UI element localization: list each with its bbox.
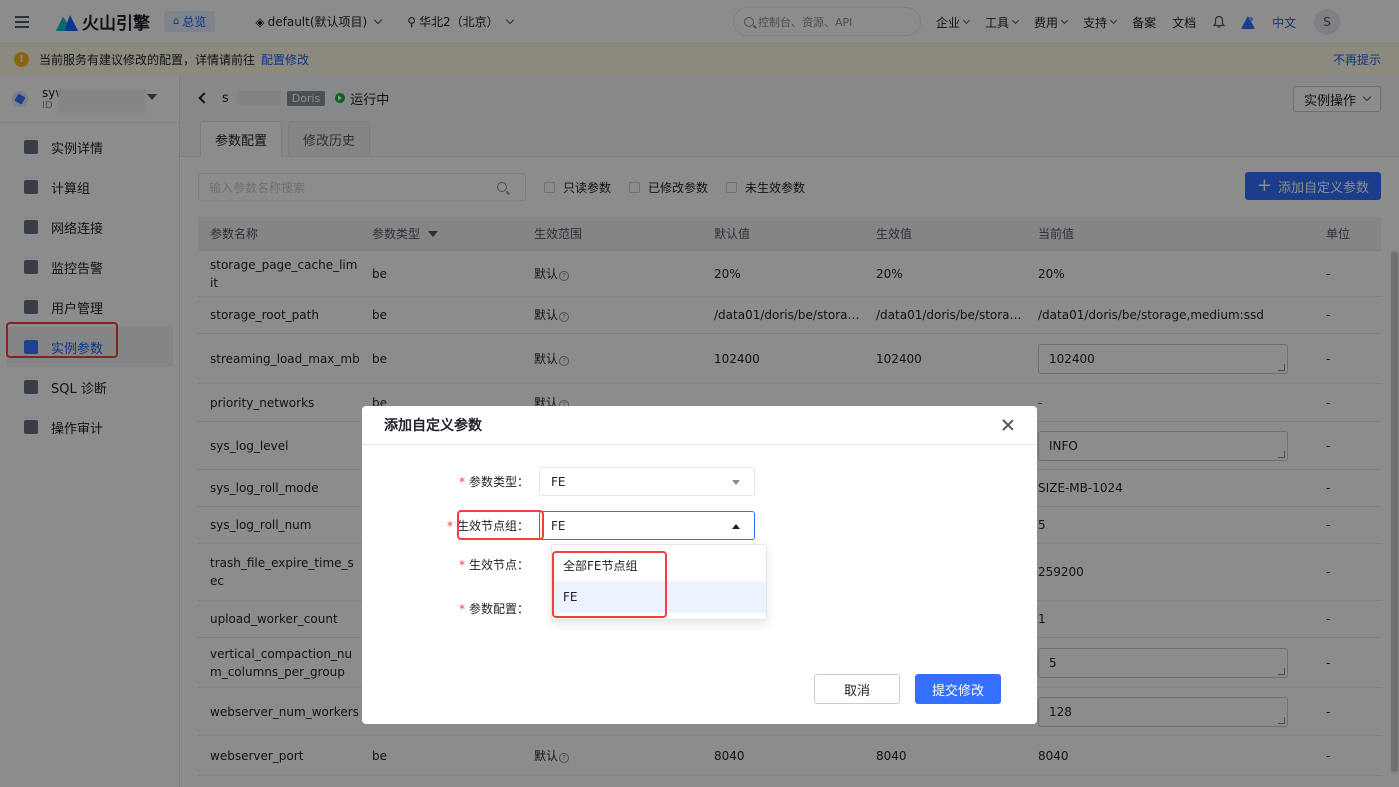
highlight-box [457,510,544,540]
close-icon[interactable] [1001,418,1015,432]
highlight-box [552,551,667,618]
dialog-title: 添加自定义参数 [362,406,1037,445]
config-label: * 参数配置： [458,602,529,616]
add-param-dialog: 添加自定义参数 * 参数类型： FE * 生效节点组： FE * 生效节点： * 参数配… [362,406,1037,724]
caret-down-icon [732,480,740,485]
node-row: * 生效节点： [362,556,539,573]
node-group-select[interactable]: FE [539,511,755,540]
node-group-row: * 生效节点组： FE [362,511,755,540]
config-row: * 参数配置： [362,600,539,617]
cancel-button[interactable]: 取消 [814,674,900,704]
node-label: * 生效节点： [458,558,529,572]
caret-up-icon [732,524,740,529]
select-value: FE [551,518,566,533]
param-type-label: * 参数类型： [458,475,529,489]
param-type-select[interactable]: FE [539,467,755,496]
submit-button[interactable]: 提交修改 [915,674,1001,704]
select-value: FE [551,474,566,489]
param-type-row: * 参数类型： FE [362,467,755,496]
